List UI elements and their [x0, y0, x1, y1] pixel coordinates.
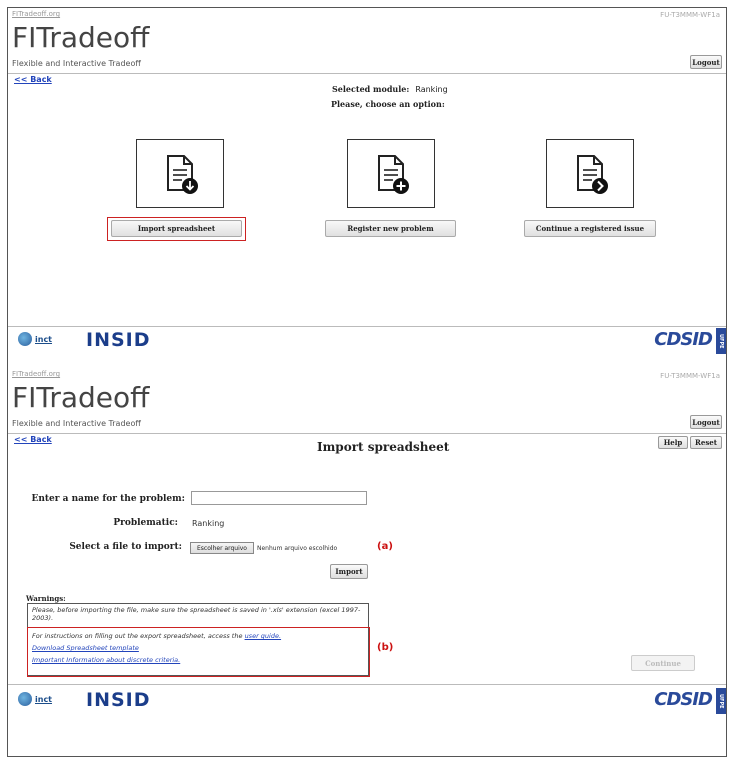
- inct-label: inct: [35, 334, 53, 344]
- user-guide-link[interactable]: user guide.: [245, 632, 282, 640]
- choose-file-button[interactable]: Escolher arquivo: [190, 542, 254, 554]
- version-label: FU-T3MMM-WF1a: [660, 11, 720, 19]
- site-link[interactable]: FITradeoff.org: [12, 10, 60, 18]
- document-continue-icon: [577, 154, 608, 194]
- file-label: Select a file to import:: [69, 542, 182, 552]
- register-problem-card[interactable]: [347, 139, 435, 208]
- warning-xls: Please, before importing the file, make …: [32, 606, 361, 622]
- back-link-2[interactable]: << Back: [14, 435, 52, 444]
- site-link-2[interactable]: FITradeoff.org: [12, 370, 60, 378]
- name-label: Enter a name for the problem:: [31, 494, 185, 504]
- choose-prompt: Please, choose an option:: [331, 99, 445, 109]
- instructions-line: For instructions on filling out the expo…: [32, 632, 367, 640]
- globe-icon-2: [18, 692, 32, 706]
- help-button[interactable]: Help: [658, 436, 688, 449]
- import-spreadsheet-button[interactable]: Import spreadsheet: [111, 220, 242, 237]
- annotation-b: (b): [377, 642, 394, 653]
- ufpe-logo: UFPE: [716, 328, 726, 354]
- warnings-label: Warnings:: [26, 594, 66, 603]
- download-template-link[interactable]: Download Spreadsheet template: [32, 644, 139, 652]
- version-label-2: FU-T3MMM-WF1a: [660, 372, 720, 380]
- import-spreadsheet-card[interactable]: [136, 139, 224, 208]
- continue-button[interactable]: Continue: [631, 655, 695, 671]
- page-title: Import spreadsheet: [317, 440, 450, 454]
- footer-logos: inct INSID CDSID UFPE: [8, 328, 726, 358]
- app-logo: FITradeoff: [12, 21, 150, 54]
- footer-logos-2: inct INSID CDSID UFPE: [8, 688, 726, 718]
- insid-logo: INSID: [86, 329, 151, 351]
- problem-name-input[interactable]: [191, 491, 367, 505]
- back-link[interactable]: << Back: [14, 75, 52, 84]
- inct-logo: inct: [18, 332, 52, 346]
- cdsid-logo: CDSID: [654, 329, 713, 350]
- selected-module: Selected module: Ranking: [332, 84, 448, 94]
- reset-button[interactable]: Reset: [690, 436, 722, 449]
- document-add-icon: [378, 154, 409, 194]
- instructions-text: For instructions on filling out the expo…: [32, 632, 243, 640]
- inct-logo-2: inct: [18, 692, 52, 706]
- problematic-value: Ranking: [192, 519, 225, 528]
- insid-logo-2: INSID: [86, 689, 151, 711]
- selected-module-value: Ranking: [415, 85, 448, 94]
- app-tagline: Flexible and Interactive Tradeoff: [12, 59, 141, 68]
- annotation-a: (a): [377, 541, 393, 552]
- logout-button-2[interactable]: Logout: [690, 415, 722, 429]
- app-tagline-2: Flexible and Interactive Tradeoff: [12, 419, 141, 428]
- ufpe-logo-2: UFPE: [716, 688, 726, 714]
- footer-divider-2: [8, 684, 726, 685]
- app-logo-2: FITradeoff: [12, 381, 150, 414]
- document-download-icon: [167, 154, 198, 194]
- cdsid-logo-2: CDSID: [654, 689, 713, 710]
- globe-icon: [18, 332, 32, 346]
- logout-button[interactable]: Logout: [690, 55, 722, 69]
- selected-module-label: Selected module:: [332, 84, 410, 94]
- inct-label-2: inct: [35, 694, 53, 704]
- continue-issue-card[interactable]: [546, 139, 634, 208]
- footer-divider: [8, 326, 726, 327]
- continue-issue-button[interactable]: Continue a registered issue: [524, 220, 656, 237]
- problematic-label: Problematic:: [113, 518, 178, 528]
- register-problem-button[interactable]: Register new problem: [325, 220, 456, 237]
- screenshot-frame: FITradeoff.org FU-T3MMM-WF1a FITradeoff …: [7, 7, 727, 757]
- header-divider: [8, 73, 726, 74]
- import-button[interactable]: Import: [330, 564, 368, 579]
- discrete-criteria-link[interactable]: Important Information about discrete cri…: [32, 656, 180, 664]
- file-status: Nenhum arquivo escolhido: [257, 545, 338, 552]
- header-divider-2: [8, 433, 726, 434]
